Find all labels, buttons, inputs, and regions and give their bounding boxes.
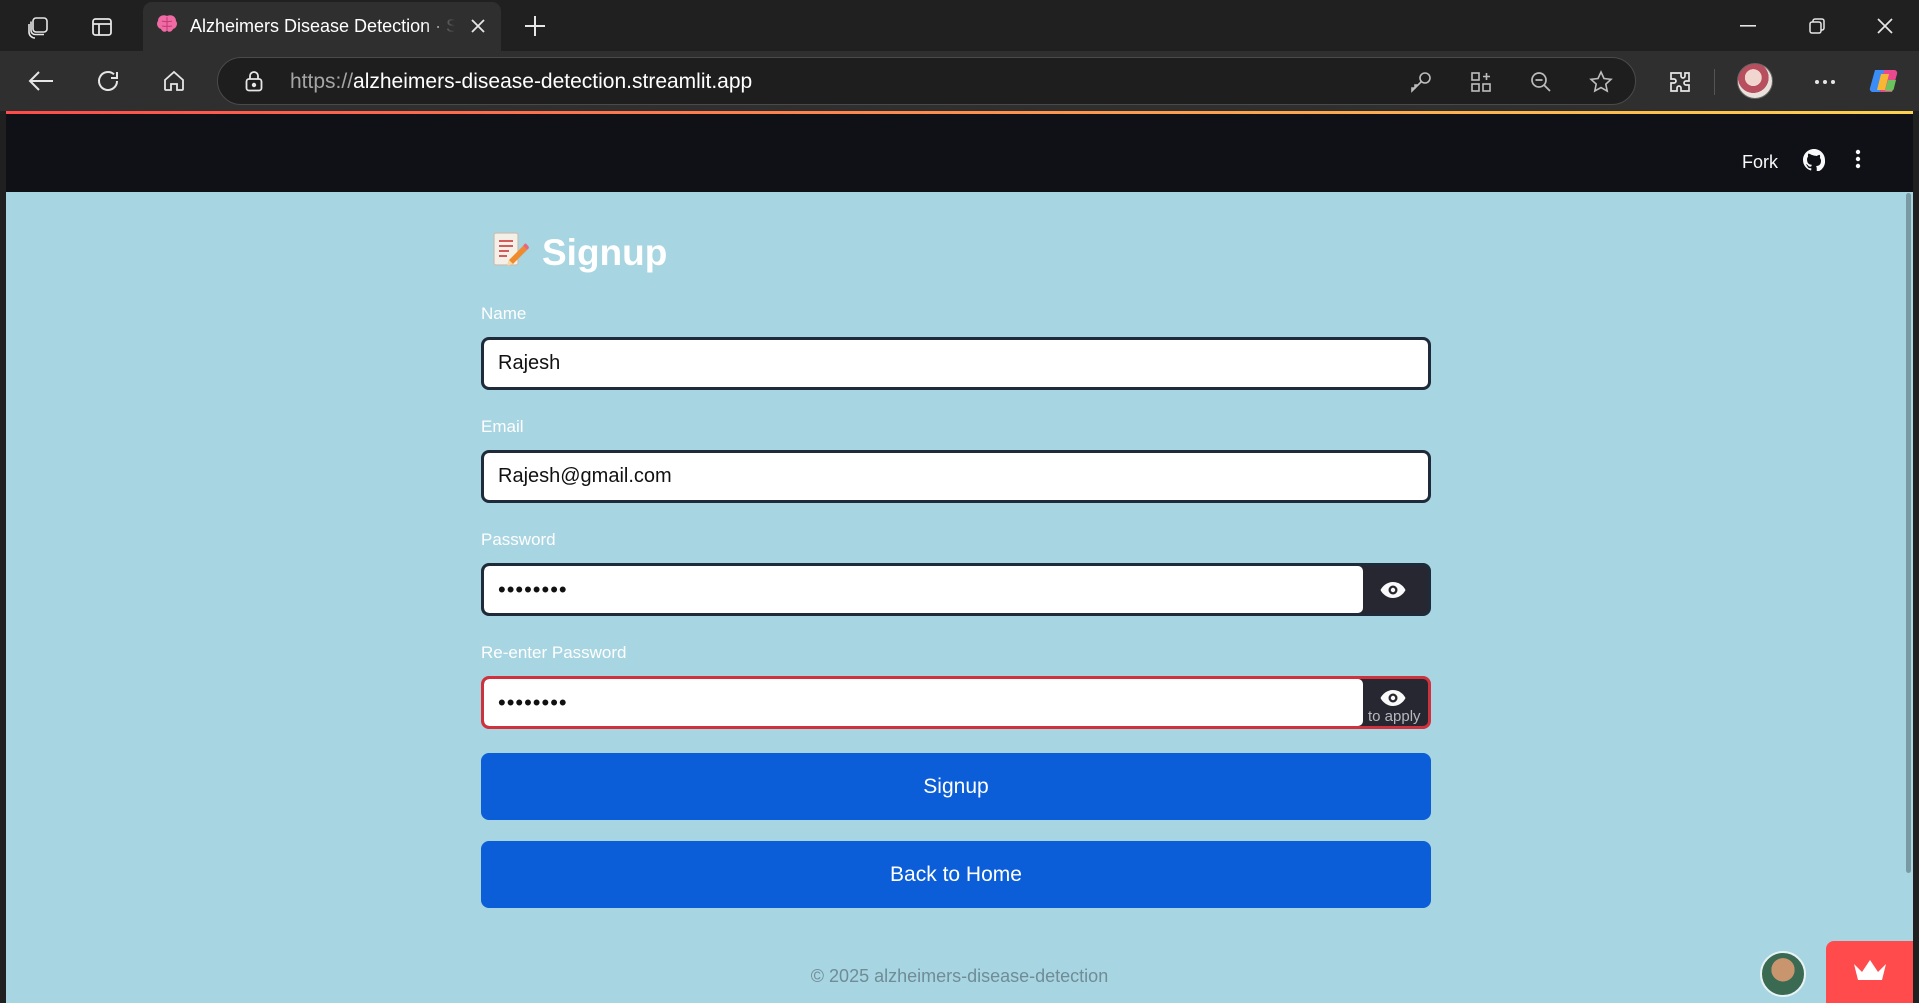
memo-pencil-icon [491,230,529,275]
fork-button[interactable]: Fork [1742,152,1778,173]
refresh-icon[interactable] [93,66,123,96]
back-icon[interactable] [26,66,56,96]
reenter-password-input-box[interactable] [484,679,1363,726]
password-label: Password [481,530,556,549]
new-tab-icon[interactable] [520,11,550,41]
workspaces-icon[interactable] [24,13,52,41]
toolbar-separator [1714,69,1715,95]
app-available-icon[interactable] [1468,69,1494,95]
page-title-row: Signup [491,230,667,275]
streamlit-user-avatar[interactable] [1760,951,1806,997]
tab-actions-icon[interactable] [88,13,116,41]
email-label: Email [481,417,524,436]
page-viewport: Fork Signup Name Email Password Re-enter… [6,111,1913,1003]
password-input-box[interactable] [484,566,1363,613]
profile-avatar[interactable] [1737,63,1773,99]
name-input[interactable] [484,340,1428,387]
page-scrollbar[interactable] [1906,192,1911,982]
page-title: Signup [542,231,668,273]
email-input[interactable] [484,453,1428,500]
back-to-home-button[interactable]: Back to Home [481,841,1431,908]
reenter-password-label: Re-enter Password [481,643,627,662]
app-header: Fork [6,114,1913,192]
address-bar[interactable]: https://alzheimers-disease-detection.str… [217,57,1636,105]
minimize-icon[interactable] [1733,12,1763,40]
favorite-star-icon[interactable] [1588,69,1614,95]
email-field[interactable] [481,450,1431,503]
more-icon[interactable] [1810,68,1840,96]
password-field[interactable] [481,563,1431,616]
signup-button[interactable]: Signup [481,753,1431,820]
brain-favicon-icon [156,14,178,39]
name-field[interactable] [481,337,1431,390]
kebab-menu-icon[interactable] [1855,148,1861,175]
key-icon[interactable] [1408,69,1434,95]
site-info-lock-icon[interactable] [242,69,266,93]
close-tab-icon[interactable] [467,15,489,37]
crown-icon [1852,958,1888,987]
tab-title: Alzheimers Disease Detection · Streamlit [190,16,455,36]
footer-text: © 2025 alzheimers-disease-detection [810,966,1109,986]
zoom-out-icon[interactable] [1528,69,1554,95]
close-window-icon[interactable] [1870,12,1900,40]
show-password-eye-icon[interactable] [1373,576,1413,604]
name-label: Name [481,304,527,323]
restore-icon[interactable] [1802,12,1832,40]
browser-toolbar: https://alzheimers-disease-detection.str… [0,51,1919,111]
streamlit-crown-badge[interactable] [1826,941,1913,1003]
copilot-icon[interactable] [1868,65,1902,97]
password-input[interactable] [484,566,1363,613]
github-icon[interactable] [1803,149,1826,176]
scrollbar-thumb[interactable] [1906,193,1911,873]
reenter-password-field[interactable]: to apply [481,676,1431,729]
home-icon[interactable] [159,66,189,96]
browser-tab-bar: Alzheimers Disease Detection · Streamlit [0,0,1919,51]
extensions-icon[interactable] [1666,68,1694,96]
url-text[interactable]: https://alzheimers-disease-detection.str… [290,70,752,94]
reenter-password-input[interactable] [484,679,1363,726]
press-enter-hint: to apply [1368,708,1421,725]
active-tab[interactable]: Alzheimers Disease Detection · Streamlit [143,2,501,51]
